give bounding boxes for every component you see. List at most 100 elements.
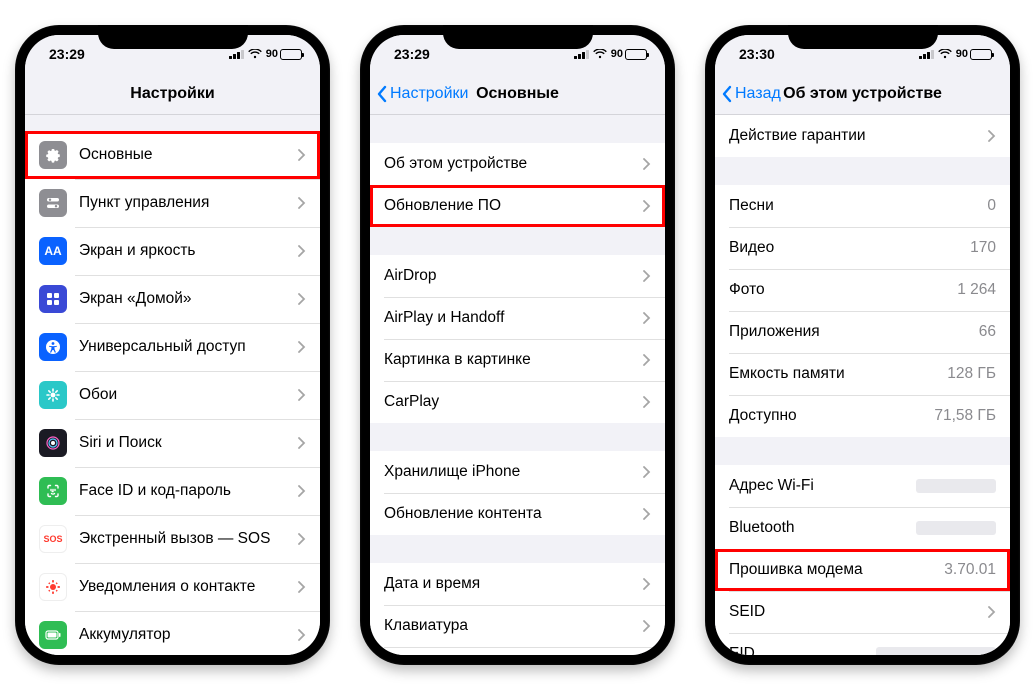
row-wallpaper[interactable]: Обои [25,371,320,419]
row-refresh[interactable]: Обновление контента [370,493,665,535]
notch [443,25,593,49]
row-modem-firmware: Прошивка модема3.70.01 [715,549,1010,591]
status-icons: 90 [919,48,992,60]
row-label: Фото [729,280,951,299]
row-keyboard[interactable]: Клавиатура [370,605,665,647]
row-label: Siri и Поиск [79,433,290,452]
phone-frame-1: 23:29 90 Настройки [15,25,330,665]
row-label: Дата и время [384,574,635,593]
row-warranty[interactable]: Действие гарантии [715,115,1010,157]
nav-bar: Назад Об этом устройстве [715,73,1010,115]
battery-percent: 90 [611,48,623,60]
row-label: Bluetooth [729,518,916,537]
row-label: Face ID и код-пароль [79,481,290,500]
screen: 23:30 90 Назад Об этом устройстве Действ… [715,35,1010,655]
chevron-right-icon [298,533,306,545]
chevron-right-icon [298,581,306,593]
chevron-right-icon [643,578,651,590]
battery-percent: 90 [266,48,278,60]
row-sos[interactable]: SOS Экстренный вызов — SOS [25,515,320,563]
row-label: Клавиатура [384,616,635,635]
row-fonts[interactable]: Шрифты [370,647,665,655]
row-exposure[interactable]: Уведомления о контакте [25,563,320,611]
row-value: 3.70.01 [944,561,996,579]
row-datetime[interactable]: Дата и время [370,563,665,605]
notch [788,25,938,49]
content-scroll[interactable]: Действие гарантии Песни0 Видео170 Фото1 … [715,115,1010,655]
phone-frame-3: 23:30 90 Назад Об этом устройстве Действ… [705,25,1020,665]
row-bluetooth: Bluetooth [715,507,1010,549]
content-scroll[interactable]: Об этом устройстве Обновление ПО AirDrop… [370,115,665,655]
row-general[interactable]: Основные [25,131,320,179]
row-label: Обновление ПО [384,196,635,215]
row-storage[interactable]: Хранилище iPhone [370,451,665,493]
row-label: Видео [729,238,964,257]
row-about[interactable]: Об этом устройстве [370,143,665,185]
nav-bar: Настройки Основные [370,73,665,115]
row-label: Универсальный доступ [79,337,290,356]
chevron-right-icon [643,396,651,408]
row-value: 66 [979,323,996,341]
chevron-right-icon [643,466,651,478]
row-label: Обои [79,385,290,404]
row-pip[interactable]: Картинка в картинке [370,339,665,381]
row-airplay[interactable]: AirPlay и Handoff [370,297,665,339]
page-title: Об этом устройстве [783,85,942,103]
clock: 23:30 [739,46,775,62]
content-scroll[interactable]: Основные Пункт управления AA Экран и ярк… [25,115,320,655]
back-button[interactable]: Назад [721,73,781,114]
row-label: Уведомления о контакте [79,577,290,596]
row-available: Доступно71,58 ГБ [715,395,1010,437]
status-icons: 90 [229,48,302,60]
clock: 23:29 [49,46,85,62]
row-accessibility[interactable]: Универсальный доступ [25,323,320,371]
row-songs: Песни0 [715,185,1010,227]
back-button[interactable]: Настройки [376,73,468,114]
row-battery[interactable]: Аккумулятор [25,611,320,655]
row-label: Картинка в картинке [384,350,635,369]
row-label: Действие гарантии [729,126,980,145]
row-label: Песни [729,196,981,215]
chevron-right-icon [298,437,306,449]
row-control-center[interactable]: Пункт управления [25,179,320,227]
row-label: Основные [79,145,290,164]
phone-frame-2: 23:29 90 Настройки Основные Об этом уст [360,25,675,665]
chevron-right-icon [298,197,306,209]
row-capacity: Емкость памяти128 ГБ [715,353,1010,395]
toggles-icon [39,189,67,217]
row-wifi-addr: Адрес Wi-Fi [715,465,1010,507]
wallpaper-icon [39,381,67,409]
chevron-right-icon [643,312,651,324]
row-carplay[interactable]: CarPlay [370,381,665,423]
row-airdrop[interactable]: AirDrop [370,255,665,297]
row-display[interactable]: AA Экран и яркость [25,227,320,275]
row-label: EID [729,644,876,655]
battery-icon [39,621,67,649]
cell-signal-icon [229,49,244,59]
row-home-screen[interactable]: Экран «Домой» [25,275,320,323]
cell-signal-icon [919,49,934,59]
chevron-right-icon [988,130,996,142]
chevron-right-icon [643,270,651,282]
redacted-value [916,479,996,493]
back-label: Настройки [390,85,468,103]
row-siri[interactable]: Siri и Поиск [25,419,320,467]
chevron-right-icon [298,485,306,497]
battery-indicator: 90 [611,48,647,60]
row-label: SEID [729,602,980,621]
home-grid-icon [39,285,67,313]
chevron-right-icon [643,200,651,212]
clock: 23:29 [394,46,430,62]
sos-icon: SOS [39,525,67,553]
chevron-right-icon [298,293,306,305]
row-faceid[interactable]: Face ID и код-пароль [25,467,320,515]
back-label: Назад [735,85,781,103]
chevron-right-icon [643,508,651,520]
row-value: 128 ГБ [947,365,996,383]
row-value: 1 264 [957,281,996,299]
row-software-update[interactable]: Обновление ПО [370,185,665,227]
chevron-right-icon [298,629,306,641]
row-seid[interactable]: SEID [715,591,1010,633]
row-label: Экран и яркость [79,241,290,260]
row-label: Приложения [729,322,973,341]
